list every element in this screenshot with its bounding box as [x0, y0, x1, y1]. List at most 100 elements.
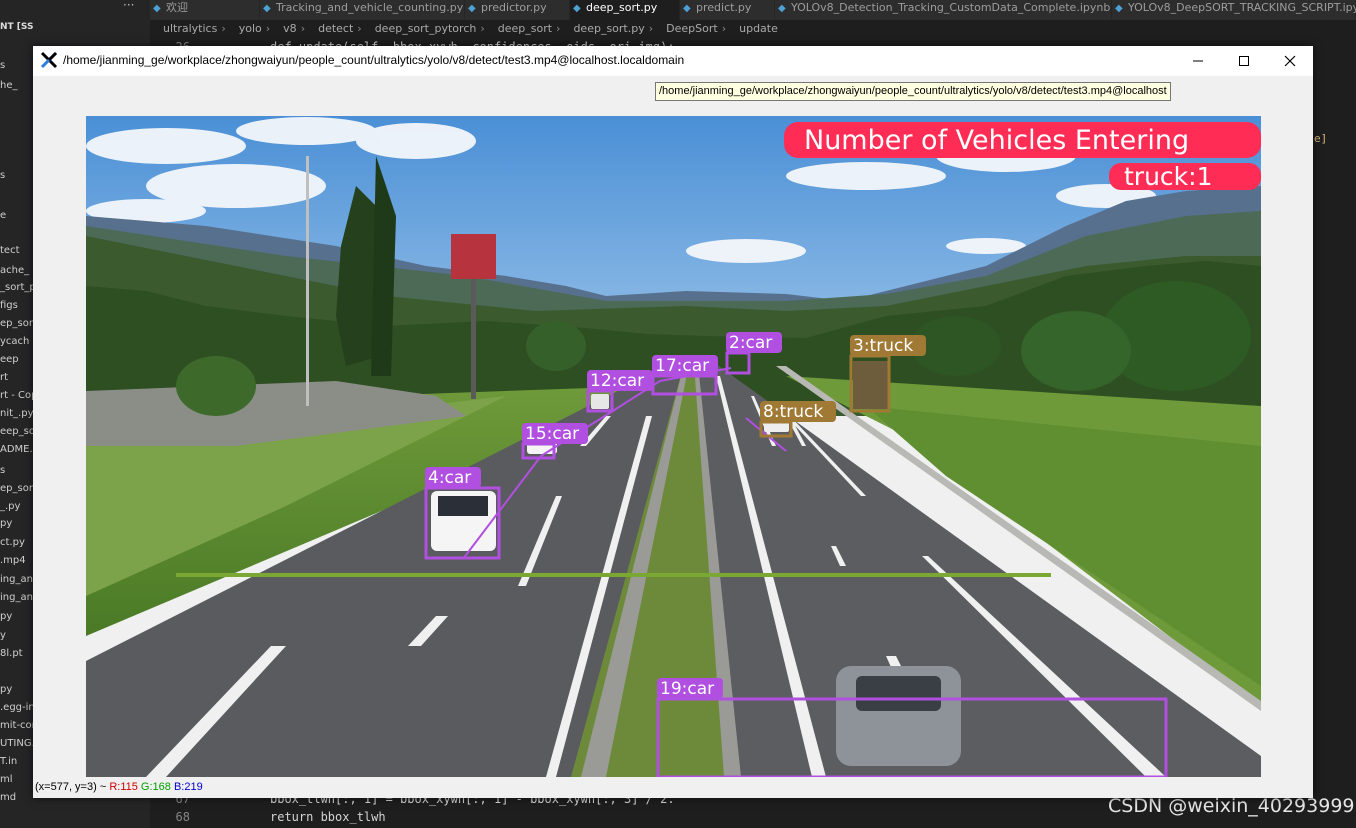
- file-type-icon: ◆: [683, 3, 691, 14]
- editor-tab-label: predictor.py: [481, 1, 547, 14]
- explorer-file-item[interactable]: ep_sort: [0, 318, 33, 329]
- explorer-file-item[interactable]: eep: [0, 354, 19, 365]
- file-type-icon: ◆: [263, 3, 271, 14]
- code-fragment: e]: [1314, 132, 1328, 145]
- maximize-icon: [1239, 56, 1249, 66]
- editor-tab[interactable]: ◆ YOLOv8_Detection_Tracking_CustomData_Co…: [775, 0, 1112, 20]
- explorer-file-item[interactable]: ache_: [0, 265, 29, 276]
- explorer-file-item[interactable]: rt - Cop: [0, 390, 33, 401]
- editor-tab[interactable]: ◆ predict.py: [680, 0, 775, 20]
- explorer-file-item[interactable]: e: [0, 210, 6, 221]
- editor-tab[interactable]: ◆ Tracking_and_vehicle_counting.py: [260, 0, 465, 20]
- breadcrumb-item[interactable]: DeepSort: [666, 22, 718, 35]
- explorer-file-item[interactable]: eep_sor: [0, 426, 33, 437]
- breadcrumb-item[interactable]: update: [739, 22, 778, 35]
- remote-title: NT [SSH: 172.18.42.16]: [0, 22, 33, 32]
- explorer-file-item[interactable]: ycach: [0, 336, 29, 347]
- editor-tab-label: YOLOv8_DeepSORT_TRACKING_SCRIPT.ipynb: [1128, 1, 1356, 14]
- explorer-file-item[interactable]: rt: [0, 372, 8, 383]
- explorer-file-item[interactable]: py: [0, 684, 12, 695]
- detection-label: 4:car: [428, 468, 471, 488]
- window-title: /home/jianming_ge/workplace/zhongwaiyun/…: [63, 53, 685, 67]
- explorer-file-item[interactable]: mit-cor: [0, 720, 33, 731]
- explorer-file-item[interactable]: py: [0, 518, 12, 529]
- explorer-file-item[interactable]: UTING.: [0, 738, 33, 749]
- video-frame[interactable]: 2:car 3:truck 17:car 12:car 8:truck 15:car 4:c…: [86, 116, 1261, 777]
- explorer-file-item[interactable]: ADME.: [0, 444, 33, 455]
- editor-tab-label: deep_sort.py: [586, 1, 658, 14]
- explorer-file-item[interactable]: ct.py: [0, 537, 25, 548]
- pixel-b-value: B:219: [173, 781, 203, 793]
- explorer-file-item[interactable]: 8l.pt: [0, 648, 23, 659]
- minimize-button[interactable]: [1175, 46, 1221, 76]
- explorer-file-item[interactable]: ing_and: [0, 592, 33, 603]
- breadcrumb-item[interactable]: v8: [283, 22, 297, 35]
- more-actions-icon[interactable]: ···: [123, 0, 134, 12]
- editor-tab[interactable]: ◆ predictor.py: [465, 0, 570, 20]
- explorer-file-item[interactable]: he_: [0, 80, 18, 91]
- editor-tab-label: predict.py: [696, 1, 752, 14]
- breadcrumb-item[interactable]: ultralytics: [163, 22, 217, 35]
- explorer-file-item[interactable]: T.in: [0, 756, 17, 767]
- editor-tab[interactable]: ◆ deep_sort.py: [570, 0, 680, 20]
- explorer-file-item[interactable]: py: [0, 611, 12, 622]
- close-button[interactable]: [1267, 46, 1313, 76]
- breadcrumb-item[interactable]: detect: [318, 22, 353, 35]
- explorer-file-item[interactable]: _.py: [0, 501, 20, 512]
- chevron-right-icon: ›: [556, 22, 561, 35]
- maximize-button[interactable]: [1221, 46, 1267, 76]
- chevron-right-icon: ›: [721, 22, 727, 35]
- explorer-file-item[interactable]: md: [0, 792, 16, 803]
- file-type-icon: ◆: [468, 3, 476, 14]
- close-icon: [1284, 55, 1296, 67]
- explorer-file-item[interactable]: ing_and: [0, 574, 33, 585]
- explorer-file-item[interactable]: tect: [0, 245, 20, 256]
- breadcrumb-item[interactable]: deep_sort: [498, 22, 552, 35]
- explorer-file-item[interactable]: ml: [0, 774, 13, 785]
- chevron-right-icon: ›: [300, 22, 306, 35]
- file-type-icon: ◆: [1115, 3, 1123, 14]
- pixel-status-bar: (x=577, y=3) ~ R:115 G:168 B:219: [33, 779, 555, 795]
- window-titlebar[interactable]: /home/jianming_ge/workplace/zhongwaiyun/…: [33, 46, 1313, 76]
- breadcrumb-item[interactable]: yolo: [239, 22, 262, 35]
- breadcrumb-item[interactable]: deep_sort.py: [573, 22, 644, 35]
- editor-tab[interactable]: ◆ YOLOv8_DeepSORT_TRACKING_SCRIPT.ipynb: [1112, 0, 1356, 20]
- editor-tab-label: YOLOv8_Detection_Tracking_CustomData_Com…: [791, 1, 1111, 14]
- chevron-right-icon: ›: [221, 22, 226, 35]
- code-line: 68 return bbox_tlwh: [175, 810, 386, 824]
- pixel-g-value: G:168: [140, 781, 171, 793]
- chevron-right-icon: ›: [265, 22, 271, 35]
- detection-label: 3:truck: [853, 336, 913, 356]
- explorer-sidebar: NT [SSH: 172.18.42.16] she_setectache__s…: [0, 0, 33, 828]
- detection-label: 17:car: [655, 356, 709, 376]
- banner-count: truck:1: [1124, 162, 1212, 191]
- explorer-file-item[interactable]: y: [0, 630, 6, 641]
- cursor-coords: (x=577, y=3) ~: [35, 781, 107, 793]
- explorer-file-item[interactable]: .mp4: [0, 555, 26, 566]
- path-tooltip: /home/jianming_ge/workplace/zhongwaiyun/…: [655, 82, 1171, 101]
- editor-tab[interactable]: ◆ 欢迎: [150, 0, 260, 20]
- explorer-file-item[interactable]: nit_.py: [0, 408, 33, 419]
- detection-label: 19:car: [660, 679, 714, 699]
- explorer-file-item[interactable]: s: [0, 465, 5, 476]
- chevron-right-icon: ›: [357, 22, 362, 35]
- explorer-file-item[interactable]: ep_sort_: [0, 483, 33, 494]
- highway-scene: 2:car 3:truck 17:car 12:car 8:truck 15:car 4:c…: [86, 116, 1261, 777]
- detection-label: 12:car: [590, 371, 644, 391]
- editor-tab-bar: ◆ 欢迎 ◆ Tracking_and_vehicle_counting.py ◆ pre…: [150, 0, 1356, 20]
- pixel-r-value: R:115: [109, 781, 138, 793]
- editor-tab-label: Tracking_and_vehicle_counting.py: [276, 1, 464, 14]
- file-type-icon: ◆: [153, 3, 161, 14]
- breadcrumb-item[interactable]: deep_sort_pytorch: [375, 22, 477, 35]
- file-type-icon: ◆: [778, 3, 786, 14]
- explorer-file-item[interactable]: _sort_p: [0, 282, 33, 293]
- explorer-file-item[interactable]: s: [0, 60, 5, 71]
- breadcrumb: ultralytics › yolo › v8 › detect › deep_sort_pyt…: [150, 20, 1356, 38]
- csdn-watermark: CSDN @weixin_40293999: [1108, 795, 1355, 817]
- explorer-file-item[interactable]: figs: [0, 300, 18, 311]
- x-logo-icon: [40, 51, 58, 69]
- explorer-file-item[interactable]: s: [0, 170, 5, 181]
- explorer-file-item[interactable]: .egg-in: [0, 702, 33, 713]
- chevron-right-icon: ›: [648, 22, 654, 35]
- chevron-right-icon: ›: [480, 22, 485, 35]
